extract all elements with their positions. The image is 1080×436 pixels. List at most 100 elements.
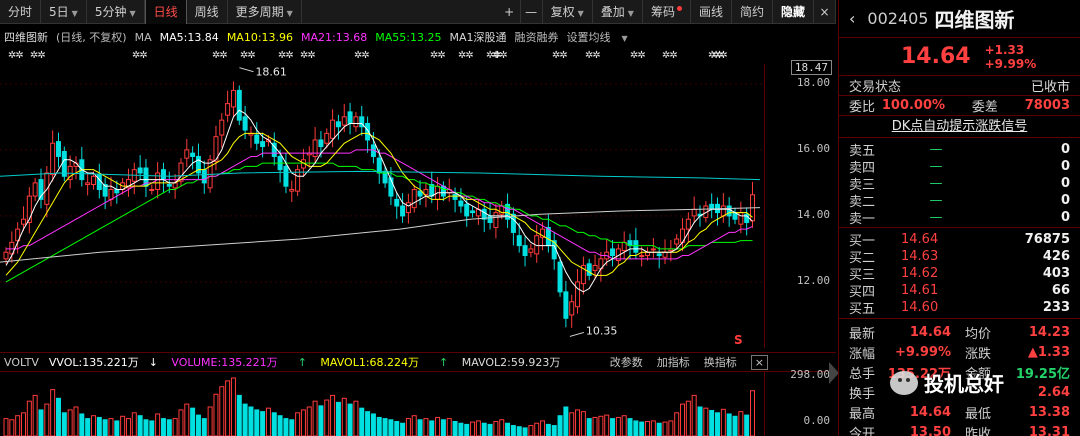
candle-body [633,240,639,253]
ask-row[interactable]: 卖二 —0 [839,191,1080,210]
candlestick-chart[interactable]: 18.61 10.35 S [0,64,764,348]
volume-bar [394,421,400,436]
close-icon[interactable]: × [750,354,768,370]
switch-indicator-button[interactable]: 换指标 [704,354,737,370]
price-tick: 18.47 [790,60,832,76]
volume-bar [627,418,633,436]
volume-bar [505,422,511,436]
bid-row[interactable]: 买四 14.61 66 [839,281,1080,300]
candle-body [312,139,318,157]
candle-body [516,235,522,247]
dk-signal-link[interactable]: DK点自动提示涨跌信号 [839,116,1080,138]
candle-body [90,175,96,186]
candle-body [452,193,458,200]
volume-bar [475,420,481,436]
volume-bar [201,418,207,436]
ma-settings-button[interactable]: 设置均线 ▼ [566,29,635,45]
tab-5day[interactable]: 5日 ▼ [41,0,87,24]
adjust-button[interactable]: 复权 ▼ [543,0,593,24]
volume-bar [417,419,423,436]
volume-bar [738,411,744,436]
volume-bar [120,415,126,436]
signal-star-icon: ✲✲ [662,50,678,61]
volume-bar [90,415,96,436]
hide-button[interactable]: 隐藏 [773,0,814,24]
change-amount: +1.33 [984,42,1025,57]
volume-bar [55,397,61,436]
candle-body [55,141,61,157]
candle-body [470,210,476,214]
zoom-out-icon[interactable]: — [521,0,543,24]
volume-bar [685,400,691,436]
ask-row[interactable]: 卖五 —0 [839,140,1080,159]
candle-body [172,182,178,189]
tab-intraday[interactable]: 分时 [0,0,42,24]
candle-body [522,245,528,257]
volume-bar [306,406,312,436]
ma1-value[interactable]: MA1深股通 [449,29,506,45]
mavol2-value: ↑ MAVOL2:59.923万 [439,354,570,370]
volume-value: ↓ VOLUME:135.221万 [149,354,288,370]
signal-star-icon: ✲✲ [712,50,728,61]
signal-star-icon: ✲✲ [354,50,370,61]
low-price-label: 10.35 [586,324,618,337]
candle-body [493,212,499,228]
candle-body [376,157,382,174]
volume-bar [143,419,149,436]
signal-star-icon: ✲✲ [132,50,148,61]
bid-book: 买一 14.64 76875 买二 14.63 426 买三 14.62 403 买四 14.61 6… [839,230,1080,317]
chevron-left-icon[interactable]: ‹ [849,9,855,28]
volume-bar [184,403,190,436]
price-tick: 12.00 [796,273,830,287]
volume-bar [545,423,551,436]
bid-row[interactable]: 买二 14.63 426 [839,247,1080,266]
volume-legend: VOLTV VVOL:135.221万 ↓ VOLUME:135.221万 ↑ … [0,352,836,372]
overlay-label: 叠加 [600,4,625,19]
volume-bar [195,414,201,436]
volume-bar [166,419,172,436]
tab-5min[interactable]: 5分钟 ▼ [87,0,145,24]
volume-bar [691,394,697,436]
tab-daily[interactable]: 日线 [144,0,187,24]
ma10-value: MA10:13.96 [226,30,294,44]
quote-value: 13.50 [909,424,951,436]
quote-value: 14.23 [1028,324,1070,340]
candle-body [283,165,289,187]
overlay-button[interactable]: 叠加 ▼ [593,0,643,24]
ask-row[interactable]: 卖一 — 0 [839,208,1080,227]
ask-row[interactable]: 卖四 —0 [839,157,1080,176]
volume-bar [271,412,277,436]
chevron-down-icon: ▼ [71,8,78,18]
bid-price: 14.63 [901,249,939,264]
ask-volume: 0 [1060,210,1070,225]
chevron-down-icon: ▼ [577,8,584,18]
ask-row[interactable]: 卖三 —0 [839,174,1080,193]
candle-body [586,263,592,276]
quote-value: +9.99% [895,344,951,360]
margin-trading-button[interactable]: 融资融券 [514,29,558,45]
volume-bar [662,421,668,436]
volume-bar [411,415,417,436]
volume-bar [61,412,67,436]
quote-value: 13.38 [1028,404,1070,420]
ask-price: — [929,193,943,208]
volume-bar [522,427,528,436]
volume-bar [230,377,236,436]
draw-line-button[interactable]: 画线 [691,0,732,24]
volume-chart[interactable] [0,372,764,436]
adjust-label: 复权 [550,4,575,19]
chips-button[interactable]: 筹码 [643,0,691,24]
tab-more-periods[interactable]: 更多周期 ▼ [228,0,302,24]
simple-button[interactable]: 简约 [732,0,773,24]
candle-body [639,255,645,258]
tab-weekly[interactable]: 周线 [187,0,228,24]
edit-params-button[interactable]: 改参数 [610,354,643,370]
quote-row: 涨幅 +9.99% 涨跌 ▲1.33 [839,342,1080,362]
close-icon[interactable]: × [814,0,836,24]
zoom-in-icon[interactable]: + [499,0,521,24]
bid-row[interactable]: 买一 14.64 76875 [839,230,1080,249]
add-indicator-button[interactable]: 加指标 [657,354,690,370]
bid-row[interactable]: 买五 14.60 233 [839,298,1080,317]
bid-row[interactable]: 买三 14.62 403 [839,264,1080,283]
last-price: 14.64 [901,44,971,69]
